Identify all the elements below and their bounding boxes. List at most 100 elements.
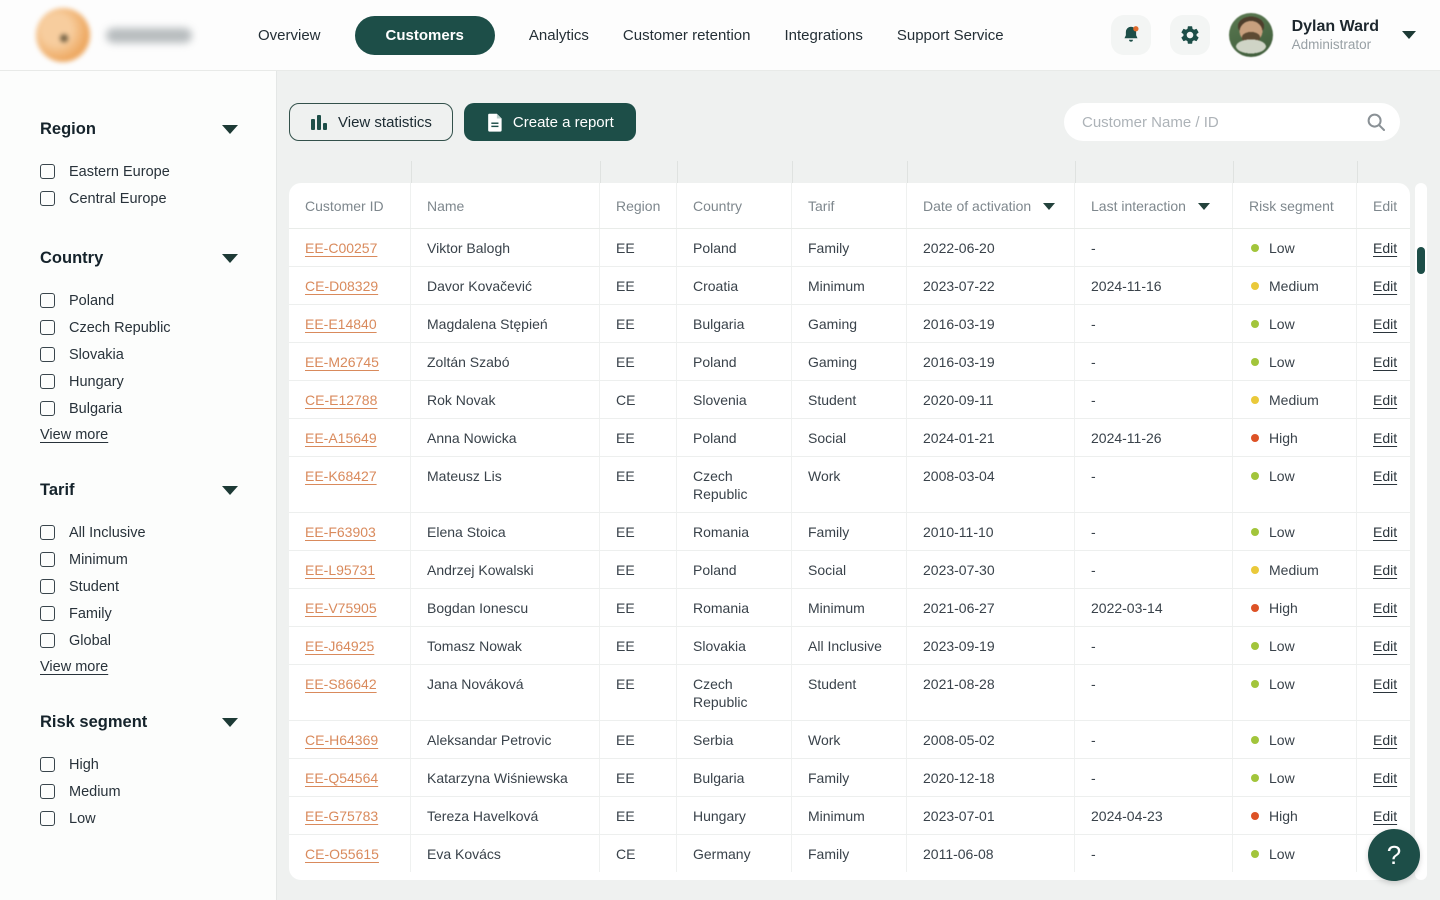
edit-link[interactable]: Edit — [1373, 523, 1397, 541]
filter-option-medium[interactable]: Medium — [40, 778, 276, 805]
checkbox[interactable] — [40, 606, 55, 621]
customer-id-link[interactable]: EE-V75905 — [305, 599, 377, 617]
edit-link[interactable]: Edit — [1373, 637, 1397, 655]
filter-section-header[interactable]: Risk segment — [40, 713, 238, 732]
nav-item-overview[interactable]: Overview — [258, 27, 321, 44]
country-cell: Bulgaria — [677, 759, 792, 796]
nav-item-support-service[interactable]: Support Service — [897, 27, 1004, 44]
filter-option-eastern-europe[interactable]: Eastern Europe — [40, 158, 276, 185]
checkbox[interactable] — [40, 811, 55, 826]
sort-chevron-icon[interactable] — [1043, 203, 1055, 210]
customer-id-link[interactable]: EE-E14840 — [305, 315, 377, 333]
checkbox[interactable] — [40, 374, 55, 389]
filter-option-poland[interactable]: Poland — [40, 287, 276, 314]
filter-option-high[interactable]: High — [40, 751, 276, 778]
settings-button[interactable] — [1170, 15, 1210, 55]
search-icon[interactable] — [1366, 112, 1386, 132]
edit-link[interactable]: Edit — [1373, 561, 1397, 579]
customer-id-link[interactable]: CE-O55615 — [305, 845, 379, 863]
checkbox[interactable] — [40, 401, 55, 416]
filter-option-student[interactable]: Student — [40, 573, 276, 600]
collapse-chevron-icon[interactable] — [222, 254, 238, 263]
filter-option-hungary[interactable]: Hungary — [40, 368, 276, 395]
checkbox[interactable] — [40, 552, 55, 567]
nav-item-customers[interactable]: Customers — [355, 16, 495, 55]
edit-link[interactable]: Edit — [1373, 769, 1397, 787]
filter-option-label: High — [69, 757, 99, 773]
filter-option-minimum[interactable]: Minimum — [40, 546, 276, 573]
country-cell: Romania — [677, 513, 792, 550]
checkbox[interactable] — [40, 293, 55, 308]
filter-option-low[interactable]: Low — [40, 805, 276, 832]
customer-id-link[interactable]: EE-A15649 — [305, 429, 377, 447]
collapse-chevron-icon[interactable] — [222, 125, 238, 134]
region-cell: EE — [600, 343, 677, 380]
filter-option-all-inclusive[interactable]: All Inclusive — [40, 519, 276, 546]
table-scrollbar[interactable] — [1415, 183, 1427, 880]
filter-option-central-europe[interactable]: Central Europe — [40, 185, 276, 212]
edit-link[interactable]: Edit — [1373, 277, 1397, 295]
checkbox[interactable] — [40, 347, 55, 362]
customer-id-link[interactable]: EE-J64925 — [305, 637, 374, 655]
customer-id-link[interactable]: EE-K68427 — [305, 467, 377, 485]
edit-link[interactable]: Edit — [1373, 467, 1397, 485]
edit-link[interactable]: Edit — [1373, 675, 1397, 693]
checkbox[interactable] — [40, 784, 55, 799]
edit-link[interactable]: Edit — [1373, 599, 1397, 617]
view-statistics-button[interactable]: View statistics — [289, 103, 453, 141]
filter-option-czech-republic[interactable]: Czech Republic — [40, 314, 276, 341]
filter-section-header[interactable]: Tarif — [40, 481, 238, 500]
help-button[interactable]: ? — [1368, 829, 1420, 881]
notifications-button[interactable] — [1111, 15, 1151, 55]
customer-id-link[interactable]: EE-S86642 — [305, 675, 377, 693]
checkbox[interactable] — [40, 164, 55, 179]
filter-section-header[interactable]: Country — [40, 249, 238, 268]
nav-item-analytics[interactable]: Analytics — [529, 27, 589, 44]
edit-link[interactable]: Edit — [1373, 807, 1397, 825]
checkbox[interactable] — [40, 757, 55, 772]
edit-link[interactable]: Edit — [1373, 315, 1397, 333]
edit-link[interactable]: Edit — [1373, 353, 1397, 371]
customer-id-link[interactable]: EE-F63903 — [305, 523, 376, 541]
column-header-last-interaction[interactable]: Last interaction — [1075, 183, 1233, 228]
customer-id-link[interactable]: CE-E12788 — [305, 391, 377, 409]
nav-item-customer-retention[interactable]: Customer retention — [623, 27, 751, 44]
checkbox[interactable] — [40, 633, 55, 648]
customer-id-link[interactable]: CE-D08329 — [305, 277, 378, 295]
table-row: EE-F63903 Elena Stoica EE Romania Family… — [289, 513, 1410, 551]
customer-id-link[interactable]: EE-L95731 — [305, 561, 375, 579]
checkbox[interactable] — [40, 579, 55, 594]
column-header-date-of-activation[interactable]: Date of activation — [907, 183, 1075, 228]
view-more-link[interactable]: View more — [40, 659, 108, 675]
sort-chevron-icon[interactable] — [1198, 203, 1210, 210]
table-scrollbar-thumb[interactable] — [1417, 247, 1425, 274]
risk-dot — [1251, 320, 1259, 328]
filter-option-family[interactable]: Family — [40, 600, 276, 627]
checkbox[interactable] — [40, 320, 55, 335]
user-menu-chevron-icon[interactable] — [1402, 31, 1416, 39]
filter-option-bulgaria[interactable]: Bulgaria — [40, 395, 276, 422]
customer-id-link[interactable]: EE-M26745 — [305, 353, 379, 371]
filter-section-header[interactable]: Region — [40, 120, 238, 139]
avatar[interactable] — [1229, 13, 1273, 57]
filter-option-slovakia[interactable]: Slovakia — [40, 341, 276, 368]
checkbox[interactable] — [40, 525, 55, 540]
collapse-chevron-icon[interactable] — [222, 718, 238, 727]
customer-id-link[interactable]: EE-Q54564 — [305, 769, 378, 787]
customer-id-link[interactable]: EE-G75783 — [305, 807, 378, 825]
filter-option-global[interactable]: Global — [40, 627, 276, 654]
customer-id-link[interactable]: CE-H64369 — [305, 731, 378, 749]
search-input[interactable] — [1082, 114, 1366, 131]
nav-item-integrations[interactable]: Integrations — [784, 27, 862, 44]
column-guide-line — [1357, 161, 1358, 183]
risk-dot — [1251, 244, 1259, 252]
customer-id-link[interactable]: EE-C00257 — [305, 239, 377, 257]
edit-link[interactable]: Edit — [1373, 731, 1397, 749]
view-more-link[interactable]: View more — [40, 427, 108, 443]
edit-link[interactable]: Edit — [1373, 391, 1397, 409]
checkbox[interactable] — [40, 191, 55, 206]
edit-link[interactable]: Edit — [1373, 239, 1397, 257]
edit-link[interactable]: Edit — [1373, 429, 1397, 447]
create-report-button[interactable]: Create a report — [464, 103, 636, 141]
collapse-chevron-icon[interactable] — [222, 486, 238, 495]
